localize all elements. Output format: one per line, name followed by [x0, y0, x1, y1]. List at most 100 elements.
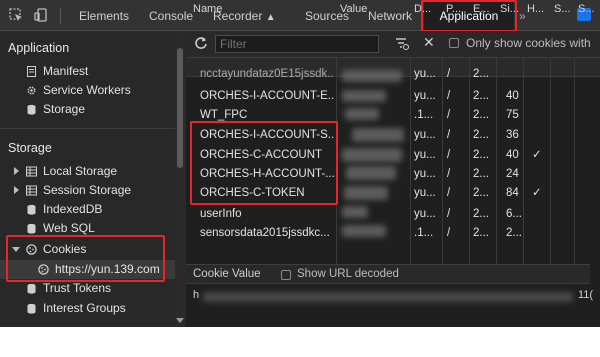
- cookie-size: 6...: [506, 208, 522, 220]
- database-icon: [27, 204, 36, 215]
- refresh-icon[interactable]: [194, 36, 208, 50]
- col-httponly[interactable]: H...: [527, 0, 547, 18]
- device-toolbar-icon[interactable]: [34, 8, 48, 22]
- database-icon: [27, 303, 36, 314]
- cookie-name: sensorsdata2015jssdkc...: [200, 227, 330, 239]
- sidebar-item-label: IndexedDB: [43, 202, 103, 216]
- cookie-path: /: [447, 208, 451, 220]
- cookie-path: /: [447, 227, 451, 239]
- cookie-size: 75: [506, 109, 519, 121]
- redacted-value: [342, 206, 368, 218]
- sidebar-divider: [0, 128, 186, 129]
- cookie-path: /: [447, 90, 451, 102]
- sidebar-item-label: Manifest: [43, 64, 89, 78]
- sidebar-item-label: Storage: [43, 102, 86, 116]
- page-background: [0, 327, 600, 357]
- cookie-size: 84: [506, 187, 519, 199]
- document-icon: [27, 66, 36, 77]
- clear-all-icon[interactable]: ✕: [423, 34, 435, 51]
- database-icon: [27, 104, 36, 115]
- cookie-domain: yu...: [414, 68, 436, 80]
- highlight-cookie-rows: [190, 121, 338, 205]
- cookie-path: /: [447, 68, 451, 80]
- cookie-name: ncctayundataz0E15jssdk...: [200, 68, 334, 80]
- cookie-expires: 2...: [473, 149, 489, 161]
- database-icon: [27, 283, 36, 294]
- cookie-domain: yu...: [414, 149, 436, 161]
- cookie-value-start: h: [193, 289, 200, 301]
- sidebar-scroll-thumb[interactable]: [177, 48, 183, 168]
- cookie-domain: yu...: [414, 90, 436, 102]
- grid-icon: [26, 185, 37, 196]
- filter-input[interactable]: [215, 35, 379, 53]
- cookie-path: /: [447, 149, 451, 161]
- redacted-value: [342, 70, 402, 82]
- cookie-domain: .1...: [414, 227, 434, 239]
- show-url-decoded-checkbox[interactable]: [281, 270, 291, 280]
- tab-elements[interactable]: Elements: [79, 0, 129, 30]
- table-row[interactable]: userInfo yu... / 2... 6...: [186, 204, 590, 223]
- cookie-path: /: [447, 168, 451, 180]
- col-secure[interactable]: S...: [554, 0, 570, 18]
- redacted-value: [342, 90, 386, 102]
- cookie-expires: 2...: [473, 68, 489, 80]
- table-row[interactable]: sensorsdata2015jssdkc... .1... / 2... 2.…: [186, 223, 590, 242]
- cookie-value-end: 11(: [578, 289, 594, 301]
- redacted-value: [344, 186, 388, 200]
- cookie-expires: 2...: [473, 208, 489, 220]
- cookie-name: ORCHES-I-ACCOUNT-E...: [200, 90, 334, 102]
- cookie-expires: 2...: [473, 90, 489, 102]
- sidebar-item-label: Local Storage: [43, 164, 118, 178]
- cookie-expires: 2...: [473, 109, 489, 121]
- cookie-domain: yu...: [414, 168, 436, 180]
- table-row[interactable]: ORCHES-I-ACCOUNT-E... yu... / 2... 40: [186, 86, 590, 105]
- sidebar-header-application: Application: [8, 41, 70, 55]
- col-path[interactable]: P...: [446, 0, 466, 18]
- col-samesite[interactable]: S...: [578, 0, 594, 18]
- redacted-cookie-value: [203, 292, 573, 302]
- inspect-element-icon[interactable]: [9, 8, 23, 22]
- col-size[interactable]: Si...: [500, 0, 522, 18]
- sidebar-item-label: Interest Groups: [43, 301, 126, 315]
- cookie-name: userInfo: [200, 208, 242, 220]
- col-expires[interactable]: E...: [473, 0, 493, 18]
- cookie-domain: yu...: [414, 187, 436, 199]
- highlight-cookies-item: [6, 235, 165, 282]
- cookie-domain: .1...: [414, 109, 434, 121]
- gear-icon: [27, 86, 36, 95]
- col-value[interactable]: Value: [340, 0, 408, 18]
- only-show-issues-checkbox[interactable]: [449, 38, 459, 48]
- cookie-path: /: [447, 109, 451, 121]
- expand-arrow-icon[interactable]: [14, 186, 19, 194]
- cookie-expires: 2...: [473, 227, 489, 239]
- tab-console[interactable]: Console: [149, 0, 193, 30]
- cookie-expires: 2...: [473, 187, 489, 199]
- sidebar-item-label: Session Storage: [43, 183, 132, 197]
- scroll-down-arrow-icon[interactable]: [176, 318, 184, 323]
- only-show-issues-label: Only show cookies with: [466, 36, 591, 50]
- cookie-domain: yu...: [414, 129, 436, 141]
- cookie-domain: yu...: [414, 208, 436, 220]
- sidebar-header-storage: Storage: [8, 141, 52, 155]
- sidebar-item-label: Service Workers: [43, 83, 131, 97]
- cookie-size: 36: [506, 129, 519, 141]
- clear-filtered-icon[interactable]: [395, 36, 409, 50]
- redacted-value: [352, 128, 404, 142]
- database-icon: [27, 223, 36, 234]
- redacted-value: [342, 148, 402, 162]
- col-domain[interactable]: D...: [414, 0, 438, 18]
- cookie-path: /: [447, 129, 451, 141]
- cookie-size: 24: [506, 168, 519, 180]
- cookie-size: 40: [506, 149, 519, 161]
- col-name[interactable]: Name: [193, 0, 333, 18]
- redacted-value: [342, 225, 386, 237]
- cookie-value-title: Cookie Value: [193, 268, 261, 280]
- grid-icon: [26, 166, 37, 177]
- expand-arrow-icon[interactable]: [14, 167, 19, 175]
- cookie-size: 2...: [506, 227, 522, 239]
- redacted-value: [345, 108, 379, 120]
- toolbar-separator: [60, 8, 61, 24]
- cookie-path: /: [447, 187, 451, 199]
- httponly-check-icon: ✓: [532, 149, 542, 161]
- httponly-check-icon: ✓: [532, 187, 542, 199]
